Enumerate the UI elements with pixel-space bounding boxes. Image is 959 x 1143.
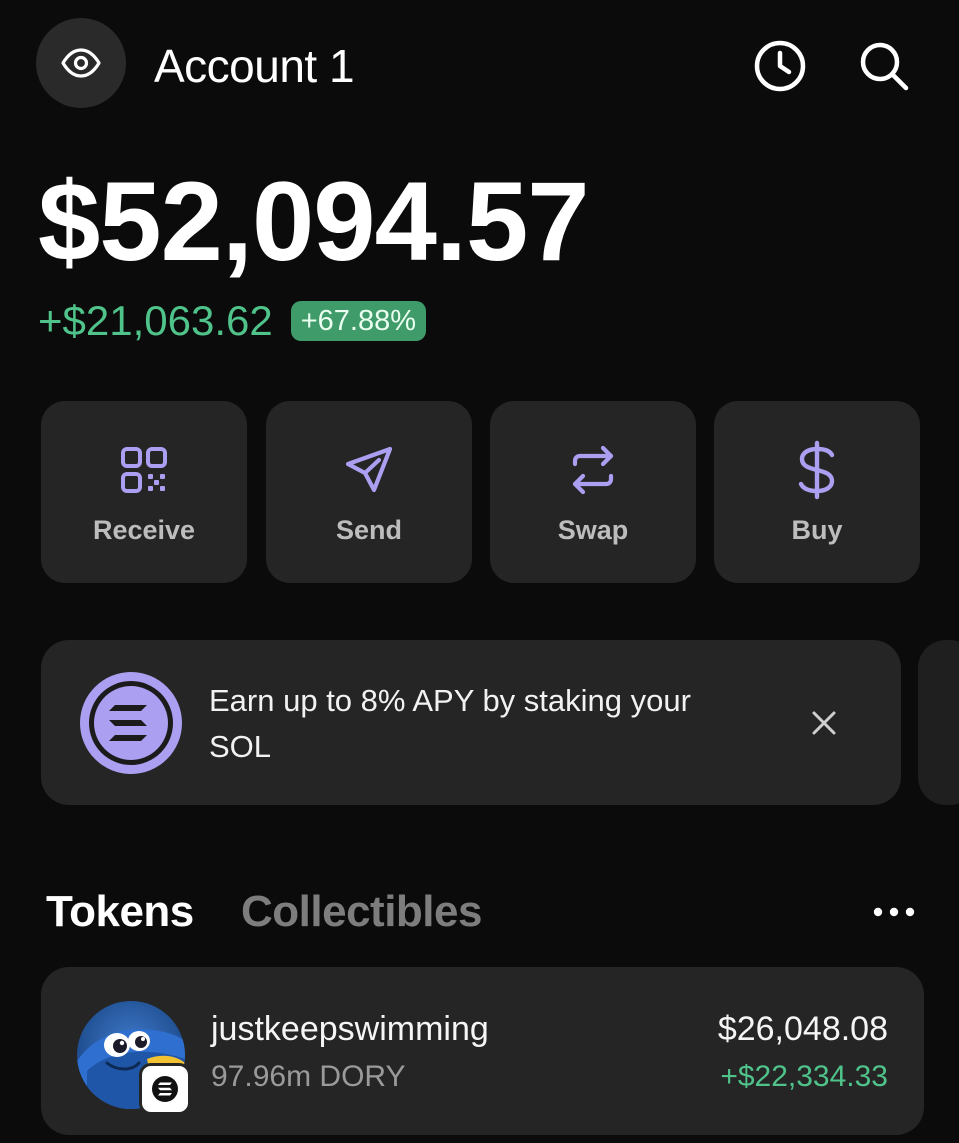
token-change: +$22,334.33	[720, 1060, 888, 1093]
send-label: Send	[335, 515, 402, 545]
staking-promo-card[interactable]: Earn up to 8% APY by staking your SOL	[41, 640, 901, 805]
clock-icon	[752, 38, 808, 94]
visibility-toggle-button[interactable]	[36, 18, 126, 108]
buy-label: Buy	[791, 515, 843, 545]
close-icon	[810, 709, 838, 737]
tab-collectibles[interactable]: Collectibles	[241, 884, 482, 940]
token-name: justkeepswimming	[211, 1010, 489, 1048]
balance-change-amount: +$21,063.62	[38, 297, 273, 344]
solana-icon	[77, 669, 185, 777]
more-horizontal-icon	[872, 907, 916, 917]
eye-icon	[61, 48, 101, 78]
send-button[interactable]: Send	[266, 401, 472, 583]
balance-change-percent-badge: +67.88%	[290, 301, 427, 341]
send-icon	[343, 444, 395, 496]
swap-button[interactable]: Swap	[490, 401, 696, 583]
balance-change: +$21,063.62 +67.88%	[38, 294, 427, 348]
promo-close-button[interactable]	[801, 700, 847, 746]
dollar-icon	[794, 440, 840, 500]
next-promo-card[interactable]	[918, 640, 959, 805]
token-row[interactable]: justkeepswimming 97.96m DORY $26,048.08 …	[41, 967, 924, 1135]
solana-icon	[150, 1074, 180, 1104]
qr-code-icon	[119, 445, 169, 495]
history-button[interactable]	[750, 36, 810, 96]
tab-tokens[interactable]: Tokens	[46, 884, 194, 940]
solana-chain-badge	[139, 1063, 191, 1115]
swap-label: Swap	[557, 515, 629, 545]
token-amount: 97.96m DORY	[211, 1060, 406, 1093]
promo-text: Earn up to 8% APY by staking your SOL	[209, 683, 691, 764]
buy-button[interactable]: Buy	[714, 401, 920, 583]
swap-icon	[567, 444, 619, 496]
search-icon	[856, 38, 912, 94]
receive-label: Receive	[92, 515, 196, 545]
receive-button[interactable]: Receive	[41, 401, 247, 583]
token-value: $26,048.08	[717, 1010, 888, 1048]
account-name[interactable]: Account 1	[154, 36, 355, 96]
total-balance: $52,094.57	[38, 159, 590, 284]
more-options-button[interactable]	[866, 892, 922, 932]
search-button[interactable]	[854, 36, 914, 96]
